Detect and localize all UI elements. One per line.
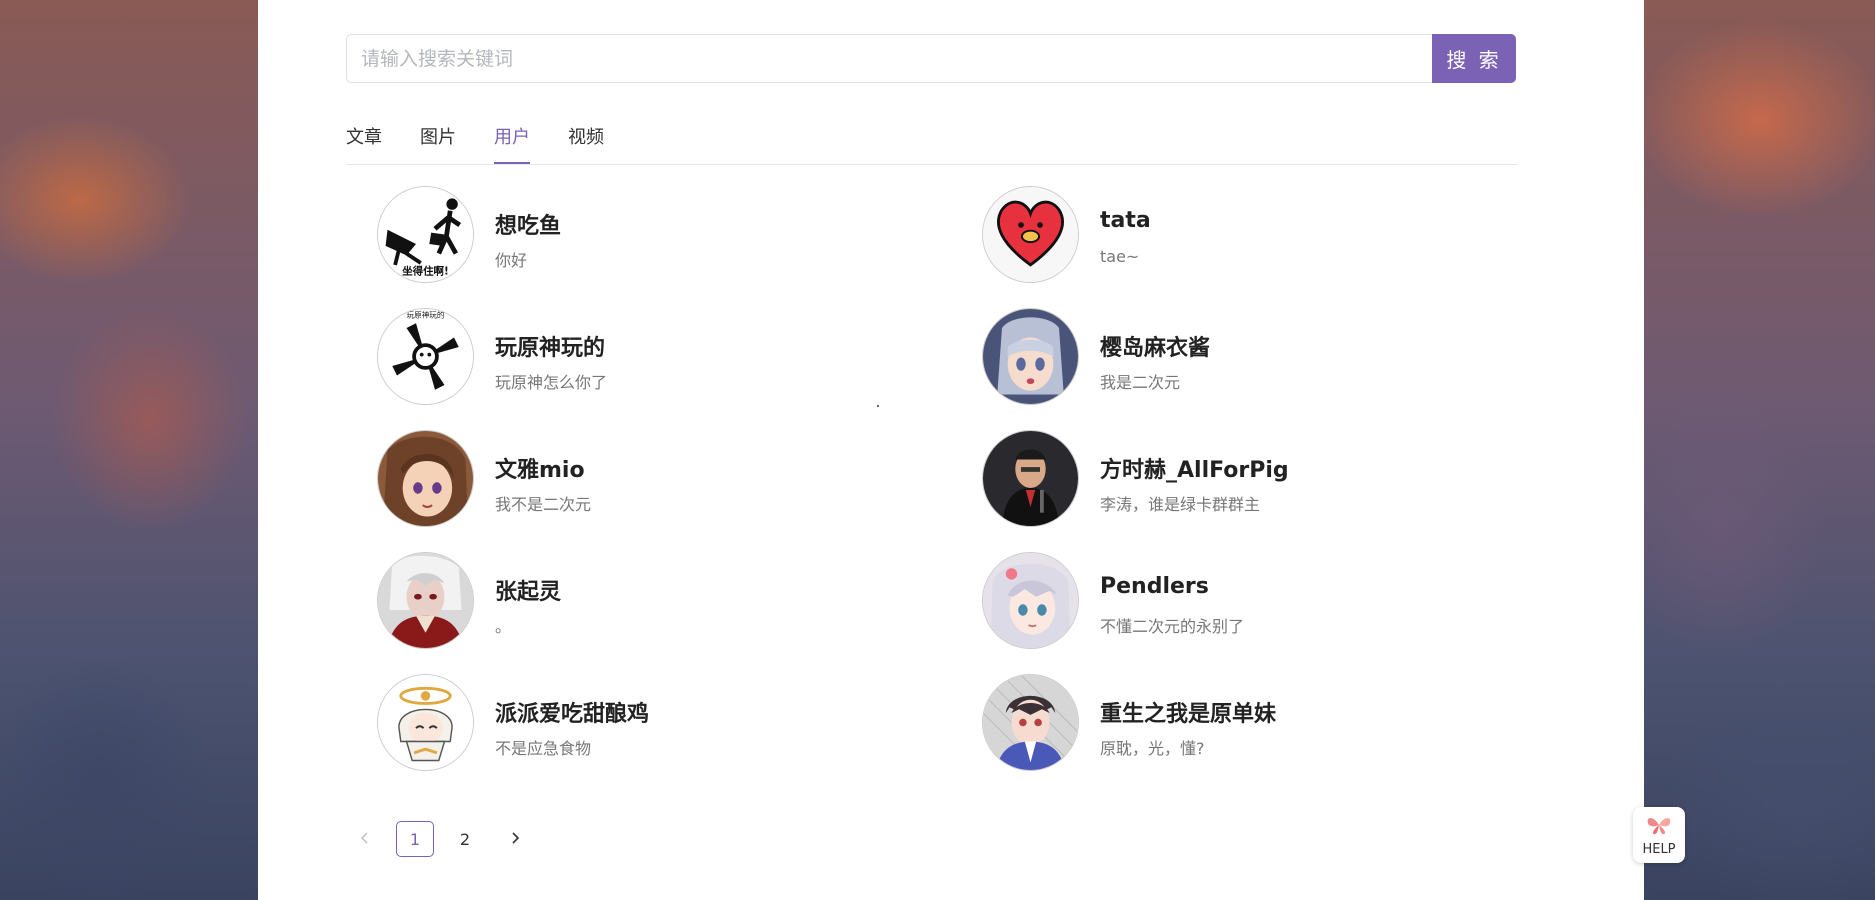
tab-images[interactable]: 图片 xyxy=(420,122,456,164)
user-name[interactable]: tata xyxy=(1100,208,1151,233)
user-bio: tae~ xyxy=(1100,247,1140,266)
svg-text:坐得住啊!: 坐得住啊! xyxy=(402,264,449,277)
avatar[interactable] xyxy=(377,552,474,649)
user-list: 坐得住啊! 想吃鱼 你好 tata tae~ 玩原神玩的 玩原神玩的 玩原神怎么… xyxy=(377,186,1497,786)
search-tabs: 文章 图片 用户 视频 xyxy=(346,122,1518,165)
user-card[interactable]: Pendlers 不懂二次元的永别了 xyxy=(982,552,1482,652)
user-card[interactable]: 派派爱吃甜酿鸡 不是应急食物 xyxy=(377,674,877,774)
butterfly-icon xyxy=(1644,814,1674,840)
page-2-button[interactable]: 2 xyxy=(446,821,484,857)
user-card[interactable]: 樱岛麻衣酱 我是二次元 xyxy=(982,308,1482,408)
user-bio: 不懂二次元的永别了 xyxy=(1100,617,1245,636)
user-bio: 玩原神怎么你了 xyxy=(495,373,608,392)
user-name[interactable]: 重生之我是原单妹 xyxy=(1100,696,1276,728)
user-card[interactable]: 玩原神玩的 玩原神玩的 玩原神怎么你了 xyxy=(377,308,877,408)
main-panel: 搜 索 文章 图片 用户 视频 坐得住啊! 想吃鱼 你好 xyxy=(258,0,1644,900)
search-button[interactable]: 搜 索 xyxy=(1432,34,1516,83)
user-bio: 我不是二次元 xyxy=(495,495,592,514)
chevron-right-icon xyxy=(509,830,521,849)
user-name[interactable]: 张起灵 xyxy=(495,574,561,606)
avatar[interactable] xyxy=(982,308,1079,405)
user-bio: 原耽，光，懂? xyxy=(1100,739,1205,758)
user-bio: 不是应急食物 xyxy=(495,739,592,758)
tab-users[interactable]: 用户 xyxy=(494,122,530,164)
user-bio: 我是二次元 xyxy=(1100,373,1181,392)
user-name[interactable]: 樱岛麻衣酱 xyxy=(1100,330,1210,362)
avatar[interactable] xyxy=(377,674,474,771)
user-name[interactable]: 文雅mio xyxy=(495,452,585,484)
user-bio: 你好 xyxy=(495,251,528,270)
pagination: 1 2 xyxy=(346,820,534,858)
help-button[interactable]: HELP xyxy=(1633,807,1685,863)
user-card[interactable]: 重生之我是原单妹 原耽，光，懂? xyxy=(982,674,1482,774)
user-name[interactable]: 想吃鱼 xyxy=(495,208,561,240)
stray-dot xyxy=(877,405,879,407)
chevron-left-icon xyxy=(359,830,371,849)
avatar[interactable] xyxy=(982,552,1079,649)
search-input[interactable] xyxy=(346,34,1432,83)
avatar[interactable] xyxy=(982,674,1079,771)
tab-articles[interactable]: 文章 xyxy=(346,122,382,164)
help-label: HELP xyxy=(1642,841,1676,857)
avatar[interactable]: 坐得住啊! xyxy=(377,186,474,283)
user-name[interactable]: 方时赫_AllForPig xyxy=(1100,452,1289,484)
user-bio: 李涛，谁是绿卡群群主 xyxy=(1100,495,1261,514)
page-1-button[interactable]: 1 xyxy=(396,821,434,857)
user-card[interactable]: tata tae~ xyxy=(982,186,1482,286)
user-card[interactable]: 坐得住啊! 想吃鱼 你好 xyxy=(377,186,877,286)
avatar[interactable] xyxy=(982,430,1079,527)
user-name[interactable]: 玩原神玩的 xyxy=(495,330,605,362)
search-bar: 搜 索 xyxy=(346,34,1516,83)
avatar[interactable]: 玩原神玩的 xyxy=(377,308,474,405)
user-name[interactable]: Pendlers xyxy=(1100,574,1209,599)
avatar[interactable] xyxy=(982,186,1079,283)
next-page-button[interactable] xyxy=(496,821,534,857)
tab-videos[interactable]: 视频 xyxy=(568,122,604,164)
user-card[interactable]: 文雅mio 我不是二次元 xyxy=(377,430,877,530)
avatar[interactable] xyxy=(377,430,474,527)
user-bio: 。 xyxy=(495,617,512,636)
user-card[interactable]: 方时赫_AllForPig 李涛，谁是绿卡群群主 xyxy=(982,430,1482,530)
user-card[interactable]: 张起灵 。 xyxy=(377,552,877,652)
user-name[interactable]: 派派爱吃甜酿鸡 xyxy=(495,696,649,728)
prev-page-button[interactable] xyxy=(346,821,384,857)
svg-text:玩原神玩的: 玩原神玩的 xyxy=(407,310,445,320)
